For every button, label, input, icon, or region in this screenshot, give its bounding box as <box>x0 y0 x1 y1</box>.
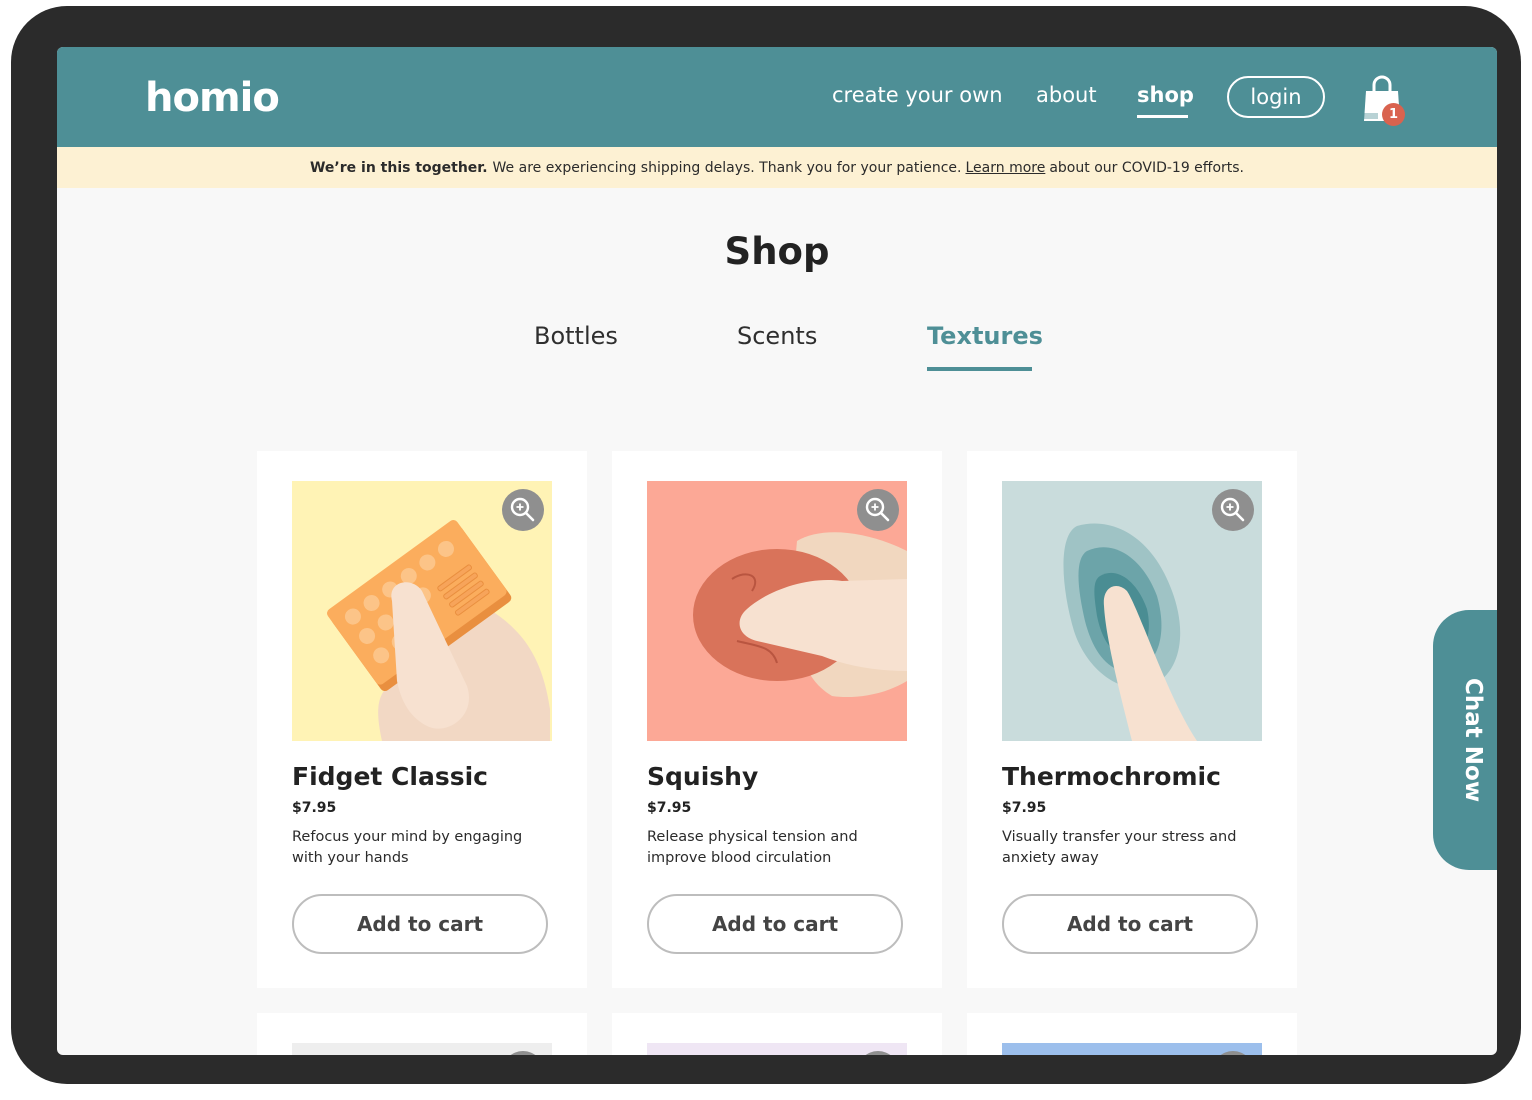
product-price: $7.95 <box>647 800 692 816</box>
nav-about[interactable]: about <box>1036 83 1097 107</box>
nav-active-underline <box>1137 115 1188 118</box>
product-card: Thermochromic $7.95 Visually transfer yo… <box>967 451 1297 988</box>
product-name: Fidget Classic <box>292 762 488 791</box>
page-title: Shop <box>724 230 830 273</box>
banner-bold: We’re in this together. <box>309 159 488 176</box>
product-card-partial <box>612 1013 942 1055</box>
tablet-frame: homio create your own about shop login 1… <box>11 6 1521 1084</box>
zoom-button[interactable] <box>857 489 899 531</box>
product-image-thermochromic[interactable] <box>1002 481 1262 741</box>
product-description: Release physical tension and improve blo… <box>647 829 858 866</box>
zoom-button[interactable] <box>1212 489 1254 531</box>
product-image-partial[interactable] <box>647 1043 907 1055</box>
logo[interactable]: homio <box>145 75 280 121</box>
learn-more-link[interactable]: Learn more <box>966 160 1046 176</box>
zoom-in-icon <box>865 497 890 522</box>
product-name: Thermochromic <box>1002 762 1221 791</box>
product-price: $7.95 <box>1002 800 1047 816</box>
banner-text: We are experiencing shipping delays. Tha… <box>492 159 962 176</box>
cart-count-badge: 1 <box>1382 103 1405 126</box>
tab-bottles[interactable]: Bottles <box>534 322 618 350</box>
covid-banner: We’re in this together. We are experienc… <box>57 147 1497 188</box>
add-to-cart-button[interactable]: Add to cart <box>647 894 903 954</box>
add-to-cart-button[interactable]: Add to cart <box>292 894 548 954</box>
chat-now-label: Chat Now <box>1460 677 1486 803</box>
product-card: Squishy $7.95 Release physical tension a… <box>612 451 942 988</box>
product-image-partial[interactable] <box>1002 1043 1262 1055</box>
login-button[interactable]: login <box>1227 76 1325 118</box>
tab-scents[interactable]: Scents <box>737 322 817 350</box>
site-header: homio create your own about shop login 1 <box>57 47 1497 147</box>
product-description: Refocus your mind by engaging with your … <box>292 829 523 866</box>
product-name: Squishy <box>647 762 759 791</box>
product-image-fidget-classic[interactable] <box>292 481 552 741</box>
banner-tail: about our COVID-19 efforts. <box>1049 159 1244 176</box>
tab-active-underline <box>927 367 1032 371</box>
product-card-partial <box>257 1013 587 1055</box>
nav-shop[interactable]: shop <box>1137 83 1194 107</box>
zoom-in-icon <box>1220 497 1245 522</box>
product-image-squishy[interactable] <box>647 481 907 741</box>
add-to-cart-button[interactable]: Add to cart <box>1002 894 1258 954</box>
zoom-button[interactable] <box>857 1051 899 1055</box>
zoom-button[interactable] <box>502 489 544 531</box>
chat-now-button[interactable]: Chat Now <box>1433 610 1497 870</box>
product-price: $7.95 <box>292 800 337 816</box>
screen: homio create your own about shop login 1… <box>57 47 1497 1055</box>
tab-textures[interactable]: Textures <box>927 322 1043 350</box>
product-card: Fidget Classic $7.95 Refocus your mind b… <box>257 451 587 988</box>
nav-create-your-own[interactable]: create your own <box>832 83 1003 107</box>
zoom-in-icon <box>510 497 535 522</box>
zoom-button[interactable] <box>1212 1051 1254 1055</box>
zoom-button[interactable] <box>502 1051 544 1055</box>
product-card-partial <box>967 1013 1297 1055</box>
product-description: Visually transfer your stress and anxiet… <box>1002 829 1237 866</box>
product-image-partial[interactable] <box>292 1043 552 1055</box>
